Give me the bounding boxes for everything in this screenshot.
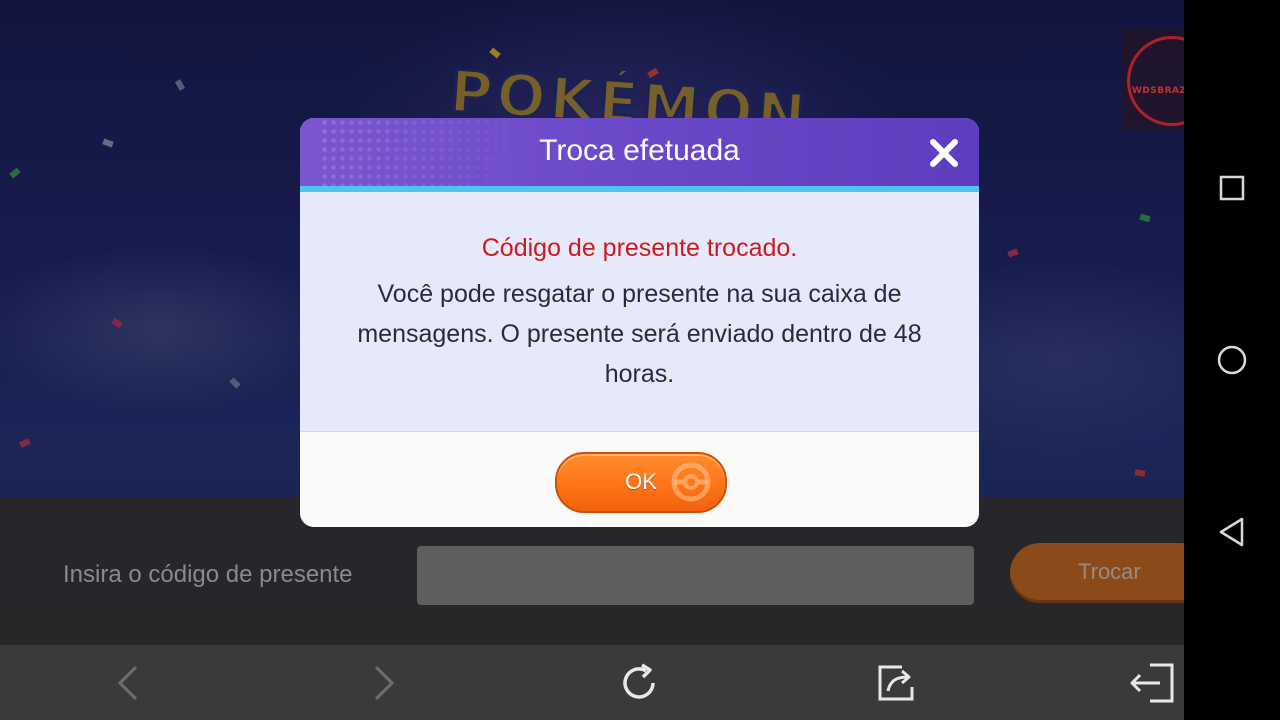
home-icon[interactable]	[1214, 342, 1250, 378]
close-icon[interactable]	[927, 136, 961, 170]
dialog-message: Você pode resgatar o presente na sua cai…	[357, 280, 922, 388]
android-navigation-bar	[1184, 0, 1280, 720]
ok-button-label: OK	[625, 469, 657, 494]
forward-arrow-icon[interactable]	[360, 659, 408, 707]
recent-apps-icon[interactable]	[1214, 170, 1250, 206]
redeem-code-input[interactable]	[417, 546, 974, 605]
dialog-footer: OK	[300, 431, 979, 527]
back-icon[interactable]	[1214, 514, 1250, 550]
screen: POKÉMON Insira o código de presente Troc…	[0, 0, 1280, 720]
exchange-success-dialog: Troca efetuada Código de presente trocad…	[300, 118, 979, 527]
redeem-button-label: Trocar	[1078, 559, 1141, 584]
ok-button[interactable]: OK	[555, 452, 727, 513]
reload-icon[interactable]	[616, 659, 664, 707]
redeem-button[interactable]: Trocar	[1010, 543, 1210, 603]
exit-icon[interactable]	[1128, 659, 1176, 707]
success-message: Código de presente trocado.	[481, 234, 798, 262]
back-arrow-icon[interactable]	[104, 659, 152, 707]
dialog-body: Código de presente trocado. Você pode re…	[300, 192, 979, 431]
browser-toolbar	[0, 645, 1184, 720]
share-icon[interactable]	[872, 659, 920, 707]
dialog-header: Troca efetuada	[300, 118, 979, 186]
redeem-code-label: Insira o código de presente	[63, 561, 353, 588]
dialog-title: Troca efetuada	[539, 134, 740, 167]
